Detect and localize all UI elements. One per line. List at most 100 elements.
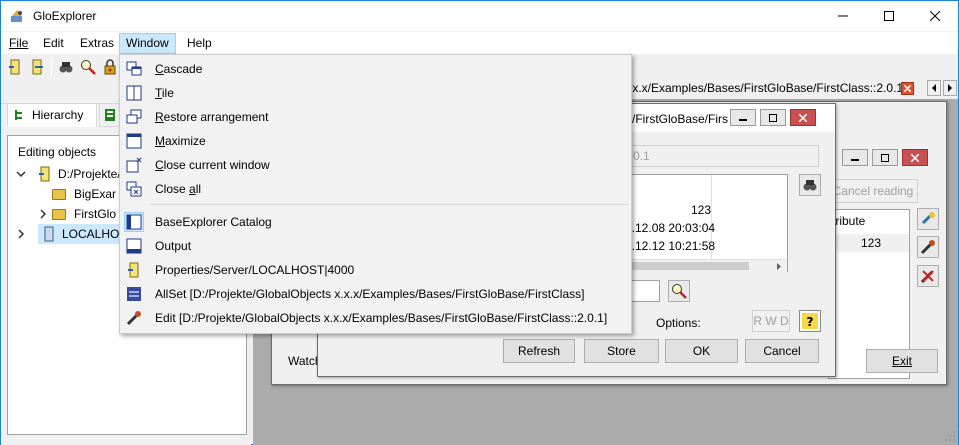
title-bar: GloExplorer: [1, 1, 958, 31]
cancel-reading-button[interactable]: Cancel reading: [828, 179, 918, 203]
menu-extras[interactable]: Extras: [74, 34, 120, 53]
object-row[interactable]: 4.12.08 20:03:04: [619, 219, 787, 237]
bg-minimize-button[interactable]: [842, 149, 868, 166]
tree-node-root[interactable]: D:/Projekte/: [16, 164, 121, 184]
refresh-label: Refresh: [517, 344, 561, 358]
tab-hierarchy-label: Hierarchy: [32, 108, 84, 122]
menu-item-label: Properties/Server/LOCALHOST|4000: [155, 263, 355, 277]
editor-minimize-button[interactable]: [730, 109, 756, 126]
help-button[interactable]: ?: [799, 310, 821, 332]
explore-button[interactable]: [56, 57, 76, 77]
server-icon: [39, 166, 50, 182]
cancel-button[interactable]: Cancel: [745, 339, 819, 363]
rwd-button[interactable]: R W D: [752, 310, 790, 332]
menu-help-label: Help: [187, 36, 212, 50]
menu-item-edit-window[interactable]: Edit [D:/Projekte/GlobalObjects x.x.x/Ex…: [122, 306, 629, 330]
object-row[interactable]: 4.12.12 10:21:58: [619, 237, 787, 255]
menu-item-text: Close: [155, 182, 190, 196]
maximize-button[interactable]: [866, 1, 912, 31]
menu-item-restore-arrangement[interactable]: Restore arrangement: [122, 105, 629, 129]
disconnect-server-button[interactable]: [27, 57, 47, 77]
arrow-left-icon: [932, 84, 936, 92]
menu-window[interactable]: Window: [119, 33, 176, 54]
delete-attr-button[interactable]: [917, 265, 939, 287]
menu-file[interactable]: File: [3, 34, 34, 53]
refresh-button[interactable]: Refresh: [503, 339, 575, 363]
connect-server-button[interactable]: [5, 57, 25, 77]
lock-button[interactable]: [100, 57, 120, 77]
object-row[interactable]: 123: [619, 201, 787, 219]
editor-close-button[interactable]: [790, 109, 816, 126]
bg-close-button[interactable]: [902, 149, 928, 166]
menu-item-label: Restore arrangement: [155, 110, 268, 124]
minimize-icon: [739, 118, 747, 121]
options-label: Options:: [656, 316, 701, 330]
menu-item-baseexplorer-catalog[interactable]: BaseExplorer Catalog: [122, 210, 629, 234]
refresh-attr-button[interactable]: [917, 208, 939, 230]
menu-item-tile[interactable]: Tile: [122, 81, 629, 105]
edit-attr-button[interactable]: [917, 236, 939, 258]
allset-icon: [126, 286, 142, 302]
accel-key: C: [155, 62, 164, 76]
menu-help[interactable]: Help: [181, 34, 218, 53]
binoculars-icon: [803, 180, 817, 191]
editor-maximize-button[interactable]: [760, 109, 786, 126]
server-icon: [126, 262, 142, 278]
tree-node-firstglo[interactable]: FirstGlo: [38, 204, 116, 224]
menu-item-label: Output: [155, 239, 192, 253]
tab-hierarchy[interactable]: Hierarchy: [7, 103, 97, 127]
exit-button[interactable]: Exit: [866, 349, 938, 373]
lock-icon: [104, 59, 116, 75]
mdi-tab-close-button[interactable]: [901, 82, 914, 95]
background-window-caption-buttons: [832, 144, 942, 168]
arrow-right-icon: [948, 84, 952, 92]
menu-edit-label: Edit: [43, 36, 64, 50]
row-col-a: 4.12.12 10:21:58: [625, 239, 716, 253]
bg-maximize-button[interactable]: [872, 149, 898, 166]
tab-second[interactable]: [99, 103, 121, 127]
tree-node-bigexar[interactable]: BigExar: [52, 184, 116, 204]
search-button[interactable]: [78, 57, 98, 77]
accel-key: R: [155, 110, 164, 124]
menu-bar: File Edit Extras Window Help: [1, 32, 958, 54]
find-button[interactable]: [668, 280, 690, 302]
menu-item-cascade[interactable]: Cascade: [122, 57, 629, 81]
catalog-icon: [124, 212, 144, 232]
close-button[interactable]: [912, 1, 958, 31]
menu-item-label: Cascade: [155, 62, 202, 76]
horizontal-scrollbar[interactable]: [619, 259, 787, 272]
menu-item-properties-server[interactable]: Properties/Server/LOCALHOST|4000: [122, 258, 629, 282]
accel-key: M: [155, 134, 165, 148]
folder-icon: [52, 188, 66, 200]
close-icon: [930, 11, 940, 21]
explore-object-button[interactable]: [799, 174, 821, 196]
menu-item-close-all[interactable]: Close all: [122, 177, 629, 201]
output-icon: [126, 238, 142, 254]
toolbar-separator: [51, 58, 52, 76]
accel-key: a: [189, 182, 196, 196]
tree-header: Editing objects: [18, 145, 97, 159]
tab-scroll-left-button[interactable]: [927, 80, 941, 96]
menu-item-close-current-window[interactable]: Close current window: [122, 153, 629, 177]
minimize-button[interactable]: [820, 1, 866, 31]
menu-item-maximize[interactable]: Maximize: [122, 129, 629, 153]
attribute-row[interactable]: 123: [829, 234, 909, 252]
scrollbar-thumb[interactable]: [619, 262, 749, 270]
list-icon: [105, 109, 115, 121]
resize-grip-icon[interactable]: [943, 429, 957, 443]
menu-item-allset[interactable]: AllSet [D:/Projekte/GlobalObjects x.x.x/…: [122, 282, 629, 306]
menu-item-label: BaseExplorer Catalog: [155, 215, 272, 229]
window-menu-dropdown: Cascade Tile Restore arrangement Maximiz…: [119, 54, 632, 334]
mdi-tab-strip: .x.x/Examples/Bases/FirstGloBase/FirstCl…: [621, 79, 958, 99]
ok-button[interactable]: OK: [665, 339, 738, 363]
menu-edit[interactable]: Edit: [37, 34, 70, 53]
hierarchy-icon: [15, 110, 22, 120]
store-button[interactable]: Store: [584, 339, 659, 363]
mdi-tab-path[interactable]: .x.x/Examples/Bases/FirstGloBase/FirstCl…: [629, 81, 906, 95]
row-col-b: 123: [691, 203, 712, 217]
tile-icon: [126, 85, 142, 101]
chevron-down-icon: [16, 171, 26, 178]
tab-scroll-right-button[interactable]: [943, 80, 957, 96]
menu-item-output[interactable]: Output: [122, 234, 629, 258]
exit-label: Exit: [891, 354, 912, 368]
